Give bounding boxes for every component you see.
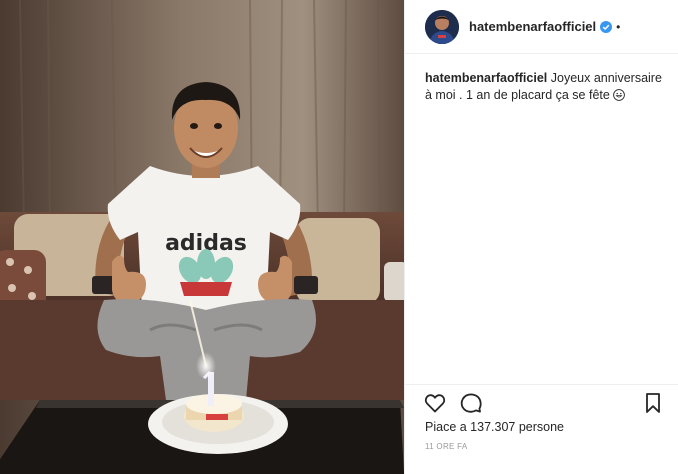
post-actions-bar [405, 384, 678, 420]
heart-icon[interactable] [423, 391, 447, 415]
instagram-post: adidas hatembenarfaofficiel • hatembenar… [0, 0, 678, 474]
birthday-photo-illustration: adidas [0, 0, 404, 474]
post-header: hatembenarfaofficiel • [405, 0, 678, 54]
grinning-face-emoji-icon [613, 89, 626, 101]
post-caption: hatembenarfaofficiel Joyeux anniversaire… [425, 70, 665, 104]
header-separator: • [616, 19, 621, 34]
comment-icon[interactable] [459, 391, 483, 415]
caption-username[interactable]: hatembenarfaofficiel [425, 71, 547, 85]
likes-count[interactable]: Piace a 137.307 persone [425, 420, 564, 434]
profile-avatar[interactable] [425, 9, 459, 44]
avatar-image [425, 9, 459, 44]
bookmark-icon[interactable] [641, 391, 665, 415]
post-side-panel: hatembenarfaofficiel • hatembenarfaoffic… [404, 0, 678, 474]
post-photo[interactable]: adidas [0, 0, 404, 474]
post-timestamp[interactable]: 11 ORE FA [425, 442, 468, 451]
verified-badge-icon [600, 20, 613, 33]
header-username[interactable]: hatembenarfaofficiel [469, 19, 596, 34]
